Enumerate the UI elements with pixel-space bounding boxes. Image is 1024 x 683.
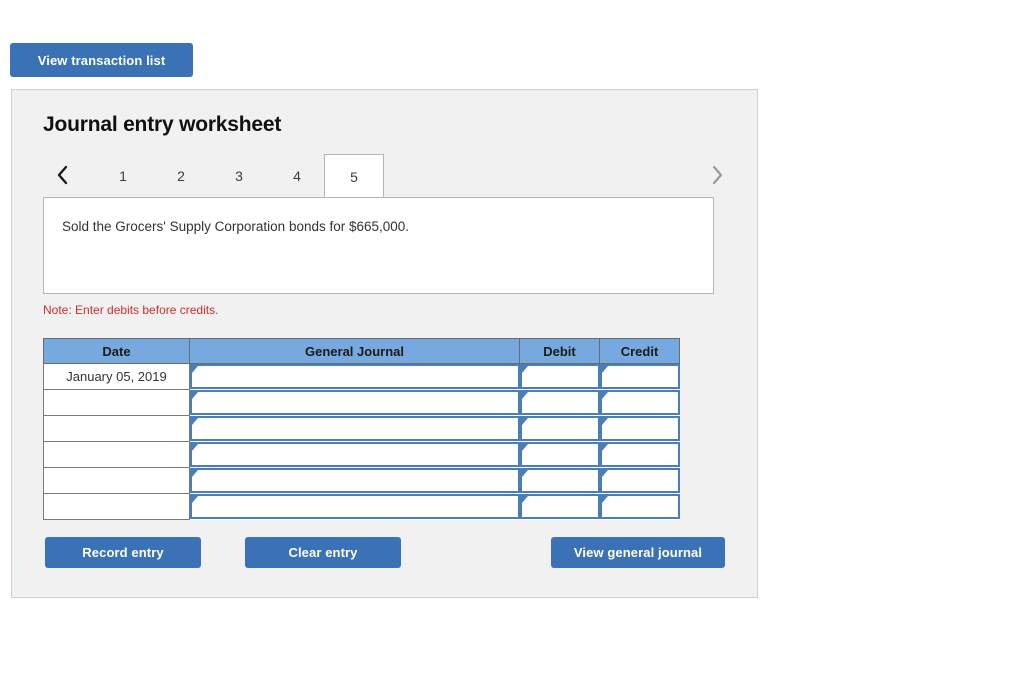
- tab-label: 4: [293, 167, 301, 184]
- date-cell: January 05, 2019: [43, 363, 190, 390]
- debit-input[interactable]: [519, 390, 600, 415]
- general-journal-cell[interactable]: [189, 493, 520, 520]
- column-header-date: Date: [43, 338, 190, 364]
- debit-input[interactable]: [519, 364, 600, 390]
- debits-before-credits-note: Note: Enter debits before credits.: [43, 303, 219, 317]
- column-header-general-journal: General Journal: [189, 338, 520, 364]
- column-header-debit: Debit: [519, 338, 600, 364]
- debit-cell[interactable]: [519, 493, 600, 520]
- tab-1[interactable]: 1: [105, 154, 141, 197]
- worksheet-tabs: 1 2 3 4 5: [43, 154, 727, 198]
- table-row: [43, 441, 680, 468]
- table-row: [43, 493, 680, 520]
- clear-entry-button[interactable]: Clear entry: [245, 537, 401, 568]
- general-journal-cell[interactable]: [189, 389, 520, 416]
- tab-3[interactable]: 3: [221, 154, 257, 197]
- tab-label: 5: [350, 168, 358, 185]
- record-entry-button[interactable]: Record entry: [45, 537, 201, 568]
- debit-cell[interactable]: [519, 363, 600, 390]
- general-journal-input[interactable]: [190, 494, 520, 519]
- table-header-row: Date General Journal Debit Credit: [43, 338, 680, 364]
- tab-2[interactable]: 2: [163, 154, 199, 197]
- tab-label: 2: [177, 167, 185, 184]
- general-journal-input[interactable]: [190, 416, 520, 441]
- general-journal-input[interactable]: [190, 390, 520, 415]
- table-row: January 05, 2019: [43, 363, 680, 390]
- credit-cell[interactable]: [599, 467, 680, 494]
- credit-cell[interactable]: [599, 415, 680, 442]
- view-general-journal-button[interactable]: View general journal: [551, 537, 725, 568]
- credit-cell[interactable]: [599, 441, 680, 468]
- transaction-description-box: Sold the Grocers' Supply Corporation bon…: [43, 197, 714, 294]
- journal-entry-panel: Journal entry worksheet 1 2 3 4 5 Sold t…: [11, 89, 758, 598]
- credit-cell[interactable]: [599, 493, 680, 520]
- top-toolbar: View transaction list: [10, 43, 193, 77]
- general-journal-input[interactable]: [190, 442, 520, 467]
- chevron-right-icon: [712, 165, 722, 185]
- journal-entry-table: Date General Journal Debit Credit Januar…: [43, 338, 680, 520]
- prev-tab-button[interactable]: [52, 162, 72, 188]
- table-row: [43, 415, 680, 442]
- credit-cell[interactable]: [599, 389, 680, 416]
- credit-cell[interactable]: [599, 363, 680, 390]
- debit-cell[interactable]: [519, 441, 600, 468]
- chevron-left-icon: [57, 165, 67, 185]
- debit-input[interactable]: [519, 416, 600, 441]
- debit-cell[interactable]: [519, 467, 600, 494]
- debit-cell[interactable]: [519, 415, 600, 442]
- date-cell[interactable]: [43, 441, 190, 468]
- credit-input[interactable]: [599, 468, 680, 493]
- tab-5[interactable]: 5: [324, 154, 384, 198]
- general-journal-input[interactable]: [190, 468, 520, 493]
- debit-cell[interactable]: [519, 389, 600, 416]
- tab-label: 1: [119, 167, 127, 184]
- general-journal-cell[interactable]: [189, 441, 520, 468]
- debit-input[interactable]: [519, 442, 600, 467]
- credit-input[interactable]: [599, 364, 680, 390]
- date-cell[interactable]: [43, 415, 190, 442]
- general-journal-cell[interactable]: [189, 415, 520, 442]
- date-cell[interactable]: [43, 493, 190, 520]
- table-row: [43, 389, 680, 416]
- credit-input[interactable]: [599, 390, 680, 415]
- credit-input[interactable]: [599, 442, 680, 467]
- transaction-description-text: Sold the Grocers' Supply Corporation bon…: [62, 219, 410, 234]
- view-transaction-list-button[interactable]: View transaction list: [10, 43, 193, 77]
- date-cell[interactable]: [43, 389, 190, 416]
- debit-input[interactable]: [519, 468, 600, 493]
- table-row: [43, 467, 680, 494]
- next-tab-button[interactable]: [707, 162, 727, 188]
- tab-label: 3: [235, 167, 243, 184]
- tab-4[interactable]: 4: [279, 154, 315, 197]
- general-journal-input[interactable]: [190, 364, 520, 390]
- column-header-credit: Credit: [599, 338, 680, 364]
- date-cell[interactable]: [43, 467, 190, 494]
- page-title: Journal entry worksheet: [43, 113, 282, 136]
- credit-input[interactable]: [599, 416, 680, 441]
- general-journal-cell[interactable]: [189, 363, 520, 390]
- general-journal-cell[interactable]: [189, 467, 520, 494]
- credit-input[interactable]: [599, 494, 680, 519]
- debit-input[interactable]: [519, 494, 600, 519]
